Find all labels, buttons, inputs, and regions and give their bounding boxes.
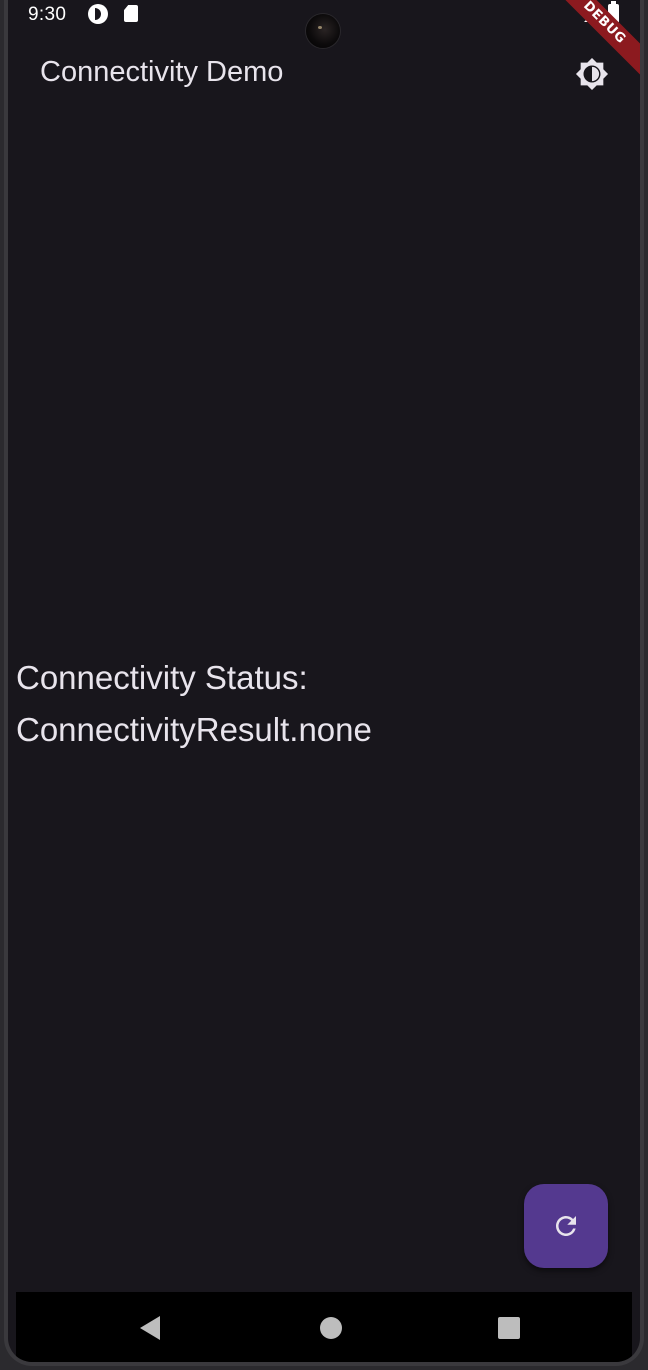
refresh-button[interactable] [524, 1184, 608, 1268]
app-title: Connectivity Demo [40, 56, 284, 88]
refresh-icon [556, 1216, 576, 1236]
recents-icon[interactable] [498, 1317, 520, 1339]
connectivity-status: Connectivity Status: ConnectivityResult.… [16, 652, 616, 756]
back-icon[interactable] [140, 1316, 160, 1340]
theme-toggle-button[interactable] [572, 54, 612, 94]
app-notification-icon [88, 4, 108, 24]
connectivity-status-value: ConnectivityResult.none [16, 711, 372, 748]
sd-card-icon [124, 5, 138, 22]
home-icon[interactable] [320, 1317, 342, 1339]
brightness-icon [575, 57, 609, 91]
connectivity-status-label: Connectivity Status: [16, 659, 308, 696]
system-navigation-bar [16, 1292, 632, 1362]
app-bar: Connectivity Demo [8, 40, 640, 108]
status-time: 9:30 [28, 4, 67, 25]
phone-screen: 9:30 DEBUG Connectivity Demo Connectivit… [4, 0, 644, 1366]
